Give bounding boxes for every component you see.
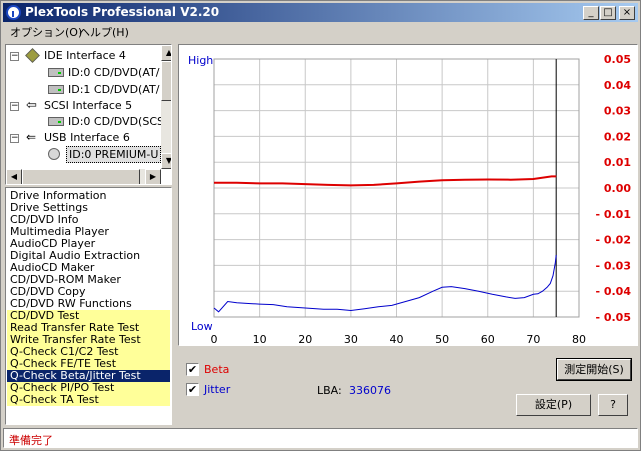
scroll-thumb[interactable]	[161, 61, 171, 101]
scroll-up-icon[interactable]: ▲	[161, 45, 171, 61]
x-tick-label: 60	[481, 333, 495, 345]
function-item[interactable]: Q-Check TA Test	[7, 394, 170, 406]
jitter-label: Jitter	[204, 383, 231, 396]
tree-item-usb-interface[interactable]: − ⇐ USB Interface 6	[6, 130, 161, 146]
jitter-checkbox[interactable]: ✔	[186, 383, 199, 396]
device-tree[interactable]: − IDE Interface 4 ID:0 CD/DVD(AT/ ID:1 C…	[5, 44, 172, 185]
drive-icon	[48, 68, 64, 77]
y-tick-label: - 0.01	[595, 208, 631, 221]
start-measure-button[interactable]: 測定開始(S)	[556, 358, 632, 381]
drive-icon	[48, 85, 64, 94]
help-button[interactable]: ?	[598, 394, 628, 416]
collapse-icon[interactable]: −	[10, 102, 19, 111]
beta-checkbox[interactable]: ✔	[186, 363, 199, 376]
disc-icon	[48, 148, 60, 160]
scsi-interface-icon: ⇦	[26, 98, 37, 113]
x-tick-label: 0	[211, 333, 218, 345]
series-line-jitter	[213, 255, 557, 313]
maximize-button[interactable]: □	[600, 6, 616, 20]
y-tick-label: 0.04	[604, 79, 631, 92]
ide-interface-icon	[25, 48, 40, 63]
y-tick-label: 0.05	[604, 53, 631, 66]
tree-label: ID:0 PREMIUM-U	[66, 146, 162, 163]
y-tick-label: - 0.02	[595, 234, 631, 247]
x-tick-label: 20	[298, 333, 312, 345]
x-tick-label: 70	[526, 333, 540, 345]
y-tick-label: - 0.05	[595, 311, 631, 324]
y-tick-label: - 0.04	[595, 285, 631, 298]
lba-label: LBA:	[317, 384, 342, 397]
tree-label: ID:0 CD/DVD(AT/	[68, 66, 160, 79]
status-bar: 準備完了	[3, 428, 638, 448]
title-bar[interactable]: PlexTools Professional V2.20 _ □ ×	[3, 3, 638, 22]
y-tick-label: - 0.03	[595, 259, 631, 272]
y-tick-label: 0.02	[604, 130, 631, 143]
window-title: PlexTools Professional V2.20	[25, 5, 220, 19]
scroll-down-icon[interactable]: ▼	[161, 153, 171, 169]
close-button[interactable]: ×	[619, 6, 635, 20]
menu-options[interactable]: オプション(O)	[10, 24, 82, 40]
app-window: PlexTools Professional V2.20 _ □ × オプション…	[0, 0, 641, 451]
tree-label: ID:1 CD/DVD(AT/	[68, 83, 160, 96]
menu-bar: オプション(O) ヘルプ(H)	[3, 22, 638, 41]
scroll-thumb[interactable]	[22, 169, 140, 184]
usb-icon: ⇐	[26, 130, 37, 144]
drive-icon	[48, 117, 64, 126]
lba-value: 336076	[349, 384, 391, 397]
high-label: High	[188, 54, 213, 67]
series-line-beta	[214, 175, 557, 187]
low-label: Low	[191, 320, 213, 333]
tree-label: USB Interface 6	[44, 131, 130, 144]
menu-help[interactable]: ヘルプ(H)	[79, 24, 129, 40]
x-tick-label: 10	[253, 333, 267, 345]
tree-item-drive[interactable]: ID:0 CD/DVD(AT/	[6, 65, 161, 81]
tree-label: ID:0 CD/DVD(SCS	[68, 115, 164, 128]
jitter-graph-panel: 0 10 20 30 40 50 60 70 80 0.05 0.04 0.03 0.02 0.01 0.0…	[178, 44, 638, 346]
tree-label: SCSI Interface 5	[44, 99, 133, 112]
minimize-button[interactable]: _	[583, 6, 599, 20]
x-tick-label: 40	[390, 333, 404, 345]
y-tick-label: 0.00	[604, 182, 631, 195]
x-tick-label: 80	[572, 333, 586, 345]
beta-jitter-chart: 0 10 20 30 40 50 60 70 80 0.05 0.04 0.03 0.02 0.01 0.0…	[188, 53, 631, 345]
tree-horizontal-scrollbar[interactable]: ◀ ▶	[6, 169, 161, 184]
tree-item-drive-selected[interactable]: ID:0 PREMIUM-U	[6, 146, 162, 163]
tree-vertical-scrollbar[interactable]: ▲ ▼	[161, 45, 171, 169]
settings-button[interactable]: 設定(P)	[516, 394, 591, 416]
x-tick-label: 50	[435, 333, 449, 345]
beta-label: Beta	[204, 363, 230, 376]
tree-item-drive[interactable]: ID:0 CD/DVD(SCS	[6, 114, 164, 130]
function-list[interactable]: Drive Information Drive Settings CD/DVD In…	[5, 187, 172, 425]
y-tick-label: 0.01	[604, 156, 631, 169]
collapse-icon[interactable]: −	[10, 52, 19, 61]
plextools-logo-icon	[6, 5, 21, 20]
tree-item-drive[interactable]: ID:1 CD/DVD(AT/	[6, 82, 161, 98]
tree-label: IDE Interface 4	[44, 49, 126, 62]
scroll-right-icon[interactable]: ▶	[145, 169, 161, 184]
x-tick-label: 30	[344, 333, 358, 345]
tree-item-ide-interface[interactable]: − IDE Interface 4	[6, 48, 161, 64]
y-tick-label: 0.03	[604, 105, 631, 118]
tree-item-scsi-interface[interactable]: − ⇦ SCSI Interface 5	[6, 98, 161, 114]
collapse-icon[interactable]: −	[10, 134, 19, 143]
scroll-left-icon[interactable]: ◀	[6, 169, 22, 184]
